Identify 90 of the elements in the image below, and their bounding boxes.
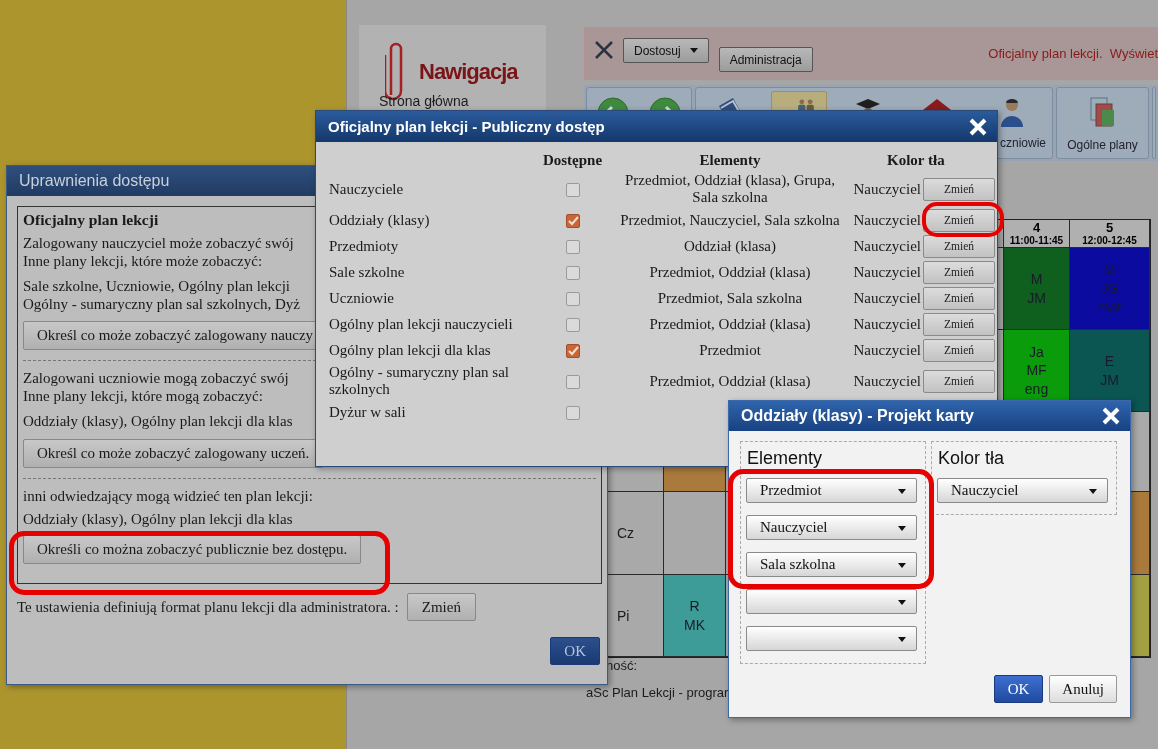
plan-name: Nauczyciele — [329, 180, 404, 197]
caret-icon — [898, 563, 906, 568]
close-icon[interactable] — [969, 117, 987, 136]
cancel-button[interactable]: Anuluj — [1049, 675, 1117, 703]
elements-text: Przedmiot, Nauczyciel, Sala szkolna — [620, 211, 840, 228]
change-button[interactable]: Zmień — [923, 177, 995, 201]
administration-button[interactable]: Administracja — [718, 47, 813, 72]
tools-icon — [594, 40, 614, 60]
panel-heading: Kolor tła — [937, 448, 1006, 469]
change-button[interactable]: Zmień — [923, 338, 995, 362]
elements-text: Przedmiot, Oddział (klasa) — [649, 315, 811, 332]
checkbox[interactable] — [565, 266, 580, 281]
checkbox[interactable] — [565, 214, 580, 229]
plan-name: Uczniowie — [329, 289, 394, 306]
plan-name: Ogólny plan lekcji nauczycieli — [329, 315, 513, 332]
column-header: Elementy — [699, 152, 761, 168]
change-button[interactable]: Zmień — [923, 312, 995, 336]
notice-text: Oficjalny plan lekcji. Wyświet — [988, 46, 1158, 61]
element-dropdown[interactable] — [746, 626, 917, 651]
change-button[interactable]: Zmień — [923, 260, 995, 284]
plans-list-text: Sale szkolne, Uczniowie, Ogólny plan lekcji Ogólny - sumaryczny plan sal szkolnych, Dyż — [23, 278, 301, 313]
background-value: Nauczyciel — [853, 237, 921, 254]
caret-icon — [898, 526, 906, 531]
toolbar-button[interactable]: czniowie — [972, 88, 1052, 158]
navigation-link[interactable]: Strona główna — [379, 93, 469, 109]
column-header: 4 11:00-11:45 — [1004, 220, 1070, 248]
caret-icon — [689, 48, 698, 53]
checkbox[interactable] — [565, 318, 580, 333]
description-text: Zalogowani uczniowie mogą zobaczyć swój Inne plany lekcji, które mogą zobaczyć: — [23, 370, 289, 405]
section-title: Oficjalny plan lekcji — [23, 211, 159, 229]
navigation-title: Nawigacja — [419, 59, 518, 85]
toolbar-button[interactable]: Ogólne plany — [1057, 88, 1148, 158]
admin-note: Te ustawienia definiują format planu lekcji dla administratora. : — [17, 598, 399, 616]
element-dropdown[interactable]: Nauczyciel — [746, 515, 917, 540]
background-value: Nauczyciel — [853, 315, 921, 332]
elements-text: Oddział (klasa) — [683, 237, 776, 254]
ok-button[interactable]: OK — [550, 637, 600, 665]
background-value: Nauczyciel — [853, 289, 921, 306]
background-value: Nauczyciel — [853, 341, 921, 358]
elements-text: Przedmiot, Sala szkolna — [657, 289, 803, 306]
dialog-title: Oficjalny plan lekcji - Publiczny dostęp — [328, 118, 605, 135]
element-dropdown[interactable]: Przedmiot — [746, 478, 917, 503]
caret-icon — [898, 600, 906, 605]
ok-button[interactable]: OK — [993, 675, 1044, 703]
change-button[interactable]: Zmień — [923, 208, 995, 232]
checkbox[interactable] — [565, 183, 580, 198]
background-value: Nauczyciel — [853, 180, 921, 197]
plan-name: Dyżur w sali — [329, 403, 406, 420]
element-dropdown[interactable]: Sala szkolna — [746, 552, 917, 577]
description-text: Zalogowany nauczyciel może zobaczyć swój Inne plany lekcji, które może zobaczyć: — [23, 235, 294, 270]
elements-text: Przedmiot, Oddział (klasa) — [649, 263, 811, 280]
elements-text: Przedmiot — [699, 341, 761, 358]
caret-icon — [898, 637, 906, 642]
checkbox[interactable] — [565, 292, 580, 307]
change-button[interactable]: Zmień — [923, 286, 995, 310]
caret-icon — [898, 489, 906, 494]
plans-list-text: Oddziały (klasy), Ogólny plan lekcji dla klas — [23, 413, 293, 431]
plans-list-text: Oddziały (klasy), Ogólny plan lekcji dla klas — [23, 511, 293, 529]
checkbox[interactable] — [565, 375, 580, 390]
change-button[interactable]: Zmień — [923, 369, 995, 393]
caret-icon — [1089, 489, 1097, 494]
footer-text: aSc Plan Lekcji - prograr — [586, 685, 729, 700]
panel-heading: Elementy — [746, 448, 824, 469]
customize-dropdown[interactable]: Dostosuj — [623, 38, 709, 63]
elements-text: Przedmiot, Oddział (klasa), Grupa, Sala szkolna — [625, 172, 835, 205]
column-header: Dostępne — [542, 152, 603, 168]
background-value: Nauczyciel — [853, 211, 921, 228]
dialog-title: Uprawnienia dostępu — [19, 172, 170, 190]
dialog-title: Oddziały (klasy) - Projekt karty — [741, 407, 974, 425]
checkbox[interactable] — [565, 344, 580, 359]
checkbox[interactable] — [565, 240, 580, 255]
change-button[interactable]: Zmień — [406, 593, 476, 621]
background-value: Nauczyciel — [853, 263, 921, 280]
column-header: Kolor tła — [887, 152, 945, 168]
plan-name: Ogólny plan lekcji dla klas — [329, 341, 491, 358]
plan-name: Ogólny - sumaryczny plan sal szkolnych — [329, 364, 509, 397]
color-dropdown[interactable]: Nauczyciel — [937, 478, 1108, 503]
close-icon[interactable] — [1102, 407, 1120, 425]
plan-name: Sale szkolne — [329, 263, 405, 280]
lesson-cell[interactable]: R MK — [664, 575, 726, 657]
plan-name: Przedmioty — [329, 237, 399, 254]
element-dropdown[interactable] — [746, 589, 917, 614]
checkbox[interactable] — [565, 406, 580, 421]
plan-name: Oddziały (klasy) — [329, 211, 430, 228]
column-header: 5 12:00-12:45 — [1070, 220, 1150, 248]
background-value: Nauczyciel — [853, 372, 921, 389]
elements-text: Przedmiot, Oddział (klasa) — [649, 372, 811, 389]
description-text: inni odwiedzający mogą widzieć ten plan lekcji: — [23, 487, 313, 505]
permissions-button[interactable]: Określi co można zobaczyć publicznie bez dostępu. — [23, 534, 362, 564]
permissions-button[interactable]: Określ co może zobaczyć zalogowany uczeń. — [23, 438, 324, 468]
